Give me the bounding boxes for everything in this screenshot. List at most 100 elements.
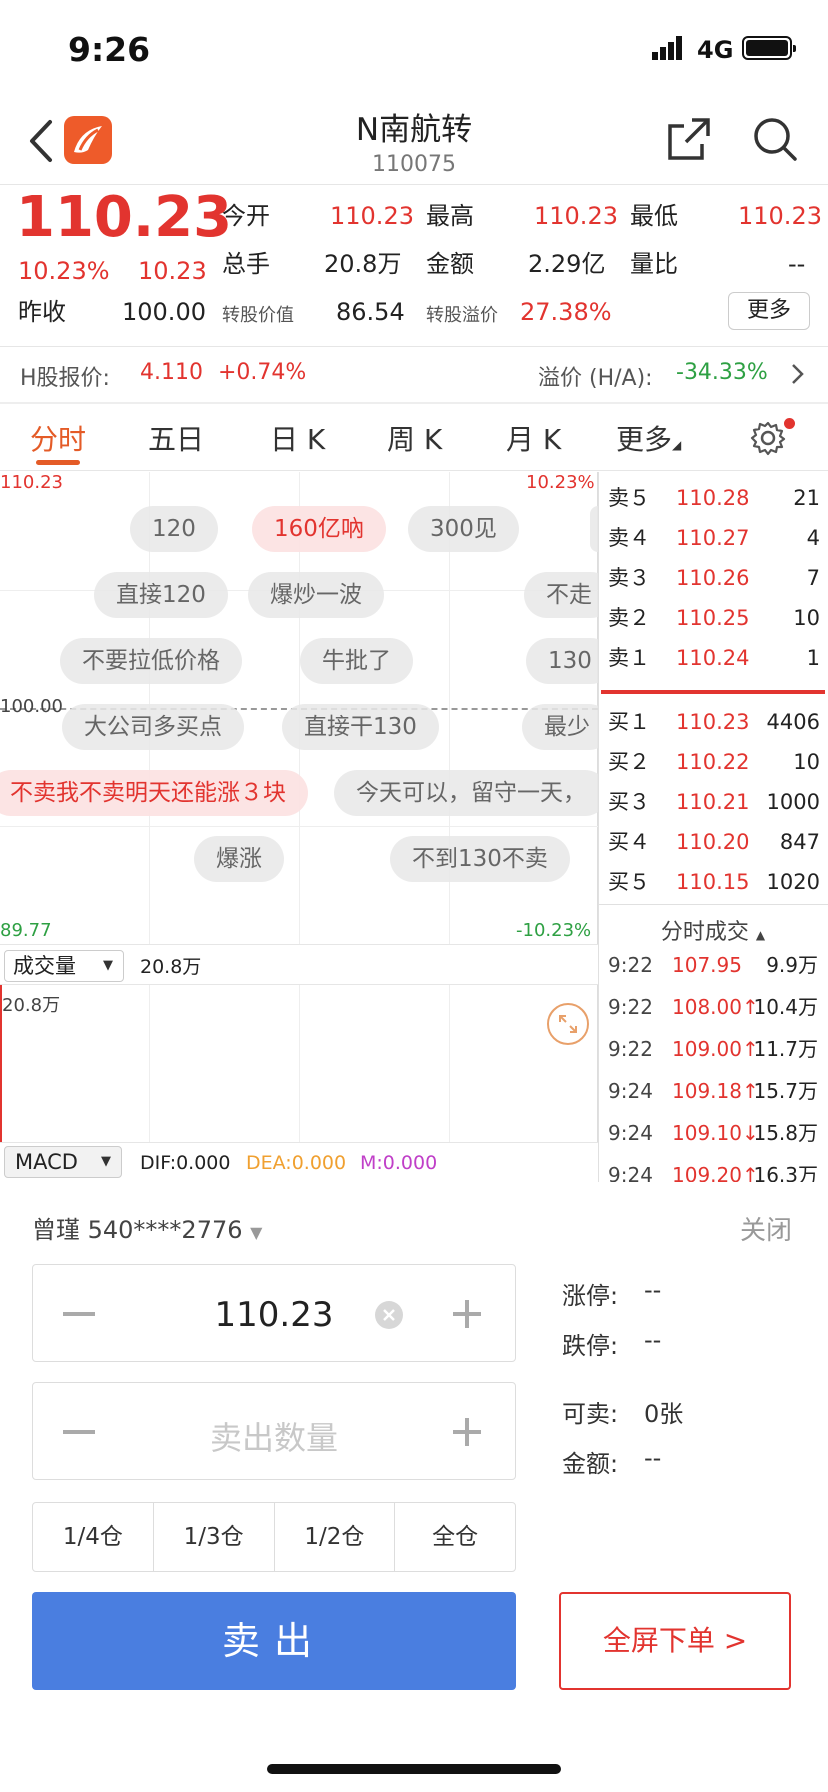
high-value: 110.23 <box>534 202 618 230</box>
conv-value: 86.54 <box>336 298 405 326</box>
price-input[interactable]: 110.23 <box>32 1264 516 1362</box>
danmaku-bubble: 直接干130 <box>282 704 439 750</box>
conv-premium-value: 27.38% <box>520 298 612 326</box>
volume-value: 20.8万 <box>324 250 402 278</box>
account-selector[interactable]: 曾瑾 540****2776 ▼ <box>32 1210 262 1245</box>
danmaku-bubble: 不卖我不卖明天还能涨３块 <box>0 770 308 816</box>
sell-button[interactable]: 卖出 <box>32 1592 516 1690</box>
sellable-label: 可卖: <box>562 1400 619 1428</box>
ask-row[interactable]: 卖１ 110.24 1 <box>606 638 820 678</box>
clear-icon[interactable] <box>375 1301 403 1329</box>
danmaku-bubble: 160亿吶 <box>252 506 386 552</box>
prev-close-value: 100.00 <box>122 298 206 326</box>
amount-value: 2.29亿 <box>528 250 606 278</box>
search-icon[interactable] <box>752 116 798 162</box>
intraday-chart[interactable]: 110.23 10.23% 100.00 89.77 -10.23% 120 1… <box>0 472 598 944</box>
bid-row[interactable]: 买５ 110.15 1020 <box>606 862 820 902</box>
volume-total: 20.8万 <box>140 956 202 978</box>
conv-premium-label: 转股溢价 <box>426 305 498 326</box>
indicator-select-macd[interactable]: MACD ▼ <box>4 1146 122 1178</box>
position-full-button[interactable]: 全仓 <box>395 1503 515 1571</box>
chart-high-pct: 10.23% <box>526 472 595 493</box>
ask-row[interactable]: 卖４ 110.27 4 <box>606 518 820 558</box>
bid-row[interactable]: 买４ 110.20 847 <box>606 822 820 862</box>
conv-value-label: 转股价值 <box>222 305 294 326</box>
ask-row[interactable]: 卖５ 110.28 21 <box>606 478 820 518</box>
low-value: 110.23 <box>738 202 822 230</box>
premium-label[interactable]: 溢价 (H/A): <box>538 360 653 392</box>
danmaku-bubble: 不走 <box>524 572 598 618</box>
bid-row[interactable]: 买２ 110.22 10 <box>606 742 820 782</box>
danmaku-bubble: 不要拉低价格 <box>60 638 242 684</box>
chart-low-pct: -10.23% <box>516 920 592 941</box>
danmaku-bubble: 300见 <box>408 506 519 552</box>
gear-icon[interactable] <box>750 420 786 456</box>
ask-row[interactable]: 卖３ 110.26 7 <box>606 558 820 598</box>
tab-daily-k[interactable]: 日 K <box>270 418 325 458</box>
trade-row: 9:22 109.00↑ 11.7万 <box>608 1037 818 1061</box>
position-half-button[interactable]: 1/2仓 <box>275 1503 396 1571</box>
expand-icon[interactable] <box>546 1002 590 1046</box>
bid-row[interactable]: 买１ 110.23 4406 <box>606 702 820 742</box>
danmaku-bubble: 今天可以，留守一天， <box>334 770 598 816</box>
position-selector: 1/4仓 1/3仓 1/2仓 全仓 <box>32 1502 516 1572</box>
book-divider <box>601 690 825 694</box>
volume-axis-max: 20.8万 <box>2 995 61 1016</box>
ratio-value: -- <box>788 250 806 278</box>
tab-monthly-k[interactable]: 月 K <box>506 418 561 458</box>
danmaku-bubble: 直接120 <box>94 572 228 618</box>
price-value[interactable]: 110.23 <box>33 1295 515 1335</box>
status-time: 9:26 <box>68 30 151 69</box>
tab-weekly-k[interactable]: 周 K <box>387 418 442 458</box>
quantity-input[interactable]: 卖出数量 <box>32 1382 516 1480</box>
prev-close-label: 昨收 <box>18 298 66 326</box>
ask-row[interactable]: 卖２ 110.25 10 <box>606 598 820 638</box>
change-amount: 10.23 <box>138 257 207 285</box>
amount-label: 金额 <box>426 250 474 278</box>
volume-chart[interactable]: 20.8万 <box>0 985 598 1142</box>
open-value: 110.23 <box>330 202 414 230</box>
order-amount-label: 金额: <box>562 1450 619 1478</box>
limit-up-value: -- <box>644 1276 662 1304</box>
danmaku-bubble: 120 <box>130 506 218 552</box>
danmaku-bubble: 不到130不卖 <box>390 836 570 882</box>
chart-low-price: 89.77 <box>0 920 52 941</box>
trade-row: 9:22 108.00↑ 10.4万 <box>608 995 818 1019</box>
macd-dea: DEA:0.000 <box>246 1152 347 1174</box>
h-share-label: H股报价: <box>20 366 110 391</box>
danmaku-bubble: 牛批了 <box>300 638 413 684</box>
tab-five-day[interactable]: 五日 <box>148 418 204 458</box>
tab-more[interactable]: 更多◢ <box>616 418 681 458</box>
indicator-select-volume[interactable]: 成交量 ▼ <box>4 950 124 982</box>
danmaku-bubble: 爆炒一波 <box>248 572 384 618</box>
order-amount-value: -- <box>644 1444 662 1472</box>
chevron-right-icon[interactable] <box>790 362 806 386</box>
share-icon[interactable] <box>666 116 712 162</box>
close-button[interactable]: 关闭 <box>740 1210 792 1247</box>
danmaku-bubble <box>590 506 598 552</box>
h-share-change: +0.74% <box>218 360 307 385</box>
chart-mid-price: 100.00 <box>0 696 63 717</box>
tab-intraday[interactable]: 分时 <box>30 418 86 458</box>
home-indicator[interactable] <box>267 1764 561 1774</box>
open-label: 今开 <box>222 202 270 230</box>
network-label: 4G <box>697 36 734 64</box>
position-third-button[interactable]: 1/3仓 <box>154 1503 275 1571</box>
signal-icon <box>652 36 682 60</box>
quantity-placeholder[interactable]: 卖出数量 <box>33 1413 515 1459</box>
trades-title[interactable]: 分时成交 ▲ <box>606 914 820 946</box>
limit-up-label: 涨停: <box>562 1282 619 1310</box>
change-percent: 10.23% <box>18 257 110 285</box>
trade-row: 9:24 109.10↓ 15.8万 <box>608 1121 818 1145</box>
last-price: 110.23 <box>16 185 233 250</box>
premium-value[interactable]: -34.33% <box>676 360 768 385</box>
position-quarter-button[interactable]: 1/4仓 <box>33 1503 154 1571</box>
fullscreen-order-button[interactable]: 全屏下单 > <box>559 1592 791 1690</box>
more-button[interactable]: 更多 <box>728 292 810 330</box>
volume-label: 总手 <box>222 250 270 278</box>
macd-m: M:0.000 <box>360 1152 438 1174</box>
trade-row: 9:22 107.95 9.9万 <box>608 953 818 977</box>
bid-row[interactable]: 买３ 110.21 1000 <box>606 782 820 822</box>
danmaku-bubble: 大公司多买点 <box>62 704 244 750</box>
danmaku-bubble: 爆涨 <box>194 836 284 882</box>
